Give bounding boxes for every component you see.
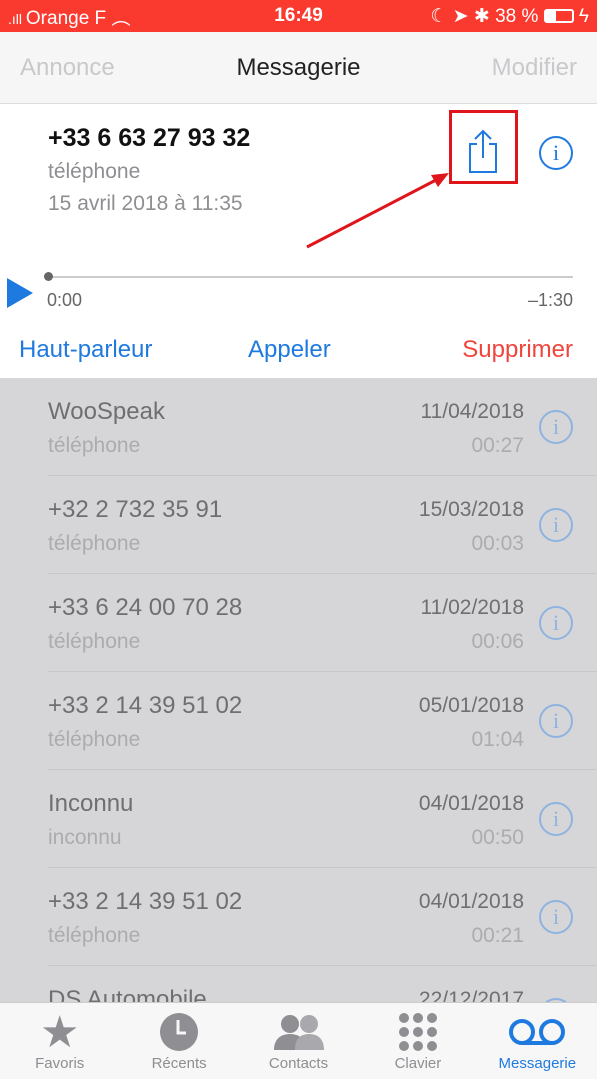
annotation-arrow [306, 173, 449, 249]
